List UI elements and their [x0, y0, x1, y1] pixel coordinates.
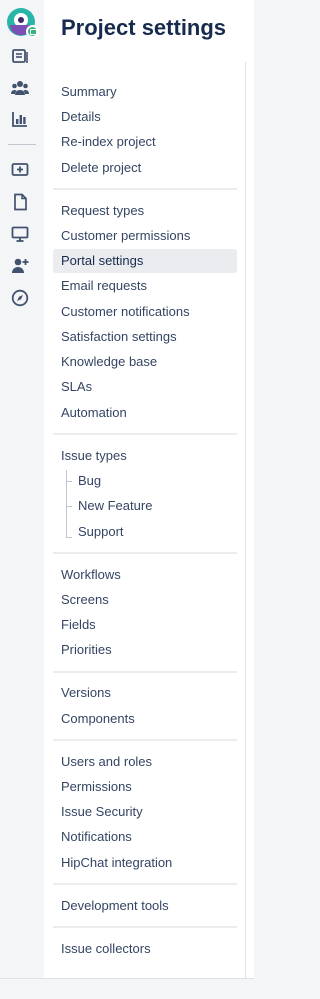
nav-screens[interactable]: Screens — [53, 588, 237, 612]
nav-hipchat-integration[interactable]: HipChat integration — [53, 851, 237, 875]
add-item-icon[interactable] — [8, 158, 32, 182]
nav-fields[interactable]: Fields — [53, 613, 237, 637]
page-bottom-border — [0, 978, 254, 979]
project-sidebar-rail — [0, 0, 44, 978]
compass-icon[interactable] — [8, 286, 32, 310]
nav-priorities[interactable]: Priorities — [53, 638, 237, 662]
invite-team-icon[interactable] — [8, 254, 32, 278]
nav-delete-project[interactable]: Delete project — [53, 156, 237, 180]
rail-divider — [8, 144, 36, 145]
section-divider — [53, 188, 237, 190]
pages-icon[interactable] — [8, 190, 32, 214]
nav-slas[interactable]: SLAs — [53, 375, 237, 399]
nav-issue-type-new-feature[interactable]: New Feature — [78, 494, 152, 518]
section-divider — [53, 552, 237, 554]
nav-development-tools[interactable]: Development tools — [53, 894, 237, 918]
reports-icon[interactable] — [8, 107, 32, 131]
nav-email-requests[interactable]: Email requests — [53, 274, 237, 298]
panel-border — [245, 62, 246, 978]
section-divider — [53, 671, 237, 673]
tree-branch — [66, 537, 72, 538]
nav-components[interactable]: Components — [53, 707, 237, 731]
nav-request-types[interactable]: Request types — [53, 199, 237, 223]
customer-channels-icon[interactable] — [8, 222, 32, 246]
nav-customer-notifications[interactable]: Customer notifications — [53, 300, 237, 324]
nav-permissions[interactable]: Permissions — [53, 775, 237, 799]
nav-satisfaction-settings[interactable]: Satisfaction settings — [53, 325, 237, 349]
customers-icon[interactable] — [8, 76, 32, 100]
nav-users-and-roles[interactable]: Users and roles — [53, 750, 237, 774]
nav-knowledge-base[interactable]: Knowledge base — [53, 350, 237, 374]
nav-details[interactable]: Details — [53, 105, 237, 129]
section-divider — [53, 433, 237, 435]
nav-summary[interactable]: Summary — [53, 80, 237, 104]
queues-icon[interactable] — [8, 44, 32, 68]
nav-issue-type-support[interactable]: Support — [78, 520, 124, 544]
nav-automation[interactable]: Automation — [53, 401, 237, 425]
nav-issue-collectors[interactable]: Issue collectors — [53, 937, 237, 961]
nav-workflows[interactable]: Workflows — [53, 563, 237, 587]
nav-reindex-project[interactable]: Re-index project — [53, 130, 237, 154]
project-avatar-icon[interactable] — [7, 8, 39, 38]
nav-issue-type-bug[interactable]: Bug — [78, 469, 101, 493]
nav-versions[interactable]: Versions — [53, 681, 237, 705]
nav-customer-permissions[interactable]: Customer permissions — [53, 224, 237, 248]
section-divider — [53, 926, 237, 928]
nav-issue-types[interactable]: Issue types — [53, 444, 237, 468]
page-title: Project settings — [61, 15, 227, 40]
nav-notifications[interactable]: Notifications — [53, 825, 237, 849]
section-divider — [53, 739, 237, 741]
section-divider — [53, 883, 237, 885]
tree-branch — [66, 506, 72, 507]
nav-issue-security[interactable]: Issue Security — [53, 800, 237, 824]
tree-branch — [66, 481, 72, 482]
nav-portal-settings[interactable]: Portal settings — [53, 249, 237, 273]
